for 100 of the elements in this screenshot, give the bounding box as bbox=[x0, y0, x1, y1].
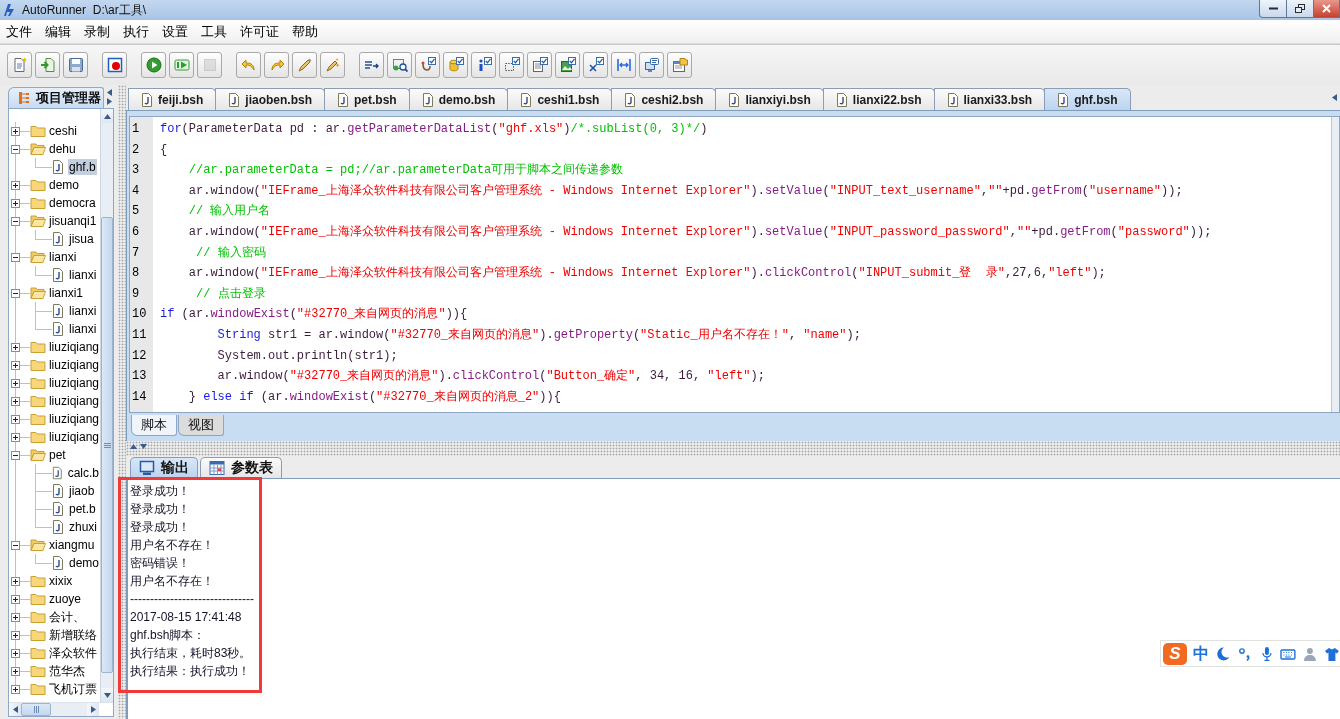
tree-item[interactable]: xixix bbox=[48, 573, 74, 589]
plus-box-icon[interactable] bbox=[11, 396, 20, 406]
tree-item[interactable]: liuziqiang bbox=[47, 393, 100, 409]
tree-item[interactable]: 会计、 bbox=[48, 609, 86, 625]
editor-tab[interactable]: lianxiyi.bsh bbox=[715, 88, 824, 110]
editor-tab[interactable]: ghf.bsh bbox=[1044, 88, 1131, 110]
tree-item[interactable]: dehu bbox=[48, 141, 77, 157]
tree-item[interactable]: lianxi bbox=[48, 249, 78, 265]
minus-box-icon[interactable] bbox=[11, 540, 20, 550]
tree-item[interactable]: liuziqiang bbox=[47, 375, 100, 391]
menu-item[interactable]: 工具 bbox=[195, 20, 233, 43]
plus-box-icon[interactable] bbox=[11, 360, 20, 370]
toolbar-button[interactable] bbox=[527, 52, 552, 78]
scroll-left-button[interactable] bbox=[9, 703, 21, 716]
toolbar-button[interactable] bbox=[102, 52, 127, 78]
toolbar-button[interactable] bbox=[169, 52, 194, 78]
tree-item[interactable]: liuziqiang bbox=[47, 357, 100, 373]
tree-item[interactable]: ghf.b bbox=[68, 159, 97, 175]
toolbar-button[interactable] bbox=[7, 52, 32, 78]
left-arrow-icon[interactable] bbox=[106, 88, 113, 96]
view-tab[interactable]: 脚本 bbox=[131, 415, 177, 436]
toolbar-button[interactable] bbox=[141, 52, 166, 78]
editor-tab[interactable]: pet.bsh bbox=[324, 88, 410, 110]
tree-item[interactable]: ceshi bbox=[48, 123, 78, 139]
plus-box-icon[interactable] bbox=[11, 126, 20, 136]
plus-box-icon[interactable] bbox=[11, 666, 20, 676]
minus-box-icon[interactable] bbox=[11, 252, 20, 262]
plus-box-icon[interactable] bbox=[11, 576, 20, 586]
plus-box-icon[interactable] bbox=[11, 342, 20, 352]
editor-tab[interactable]: feiji.bsh bbox=[128, 88, 217, 110]
output-tab[interactable]: 参数表 bbox=[200, 457, 282, 478]
tree-item[interactable]: jisuanqi1 bbox=[48, 213, 98, 229]
plus-box-icon[interactable] bbox=[11, 180, 20, 190]
up-arrow-icon[interactable] bbox=[130, 443, 137, 450]
moon-icon[interactable] bbox=[1214, 645, 1231, 662]
down-arrow-icon[interactable] bbox=[140, 443, 147, 450]
scrollbar-thumb[interactable] bbox=[101, 217, 113, 673]
tree-item[interactable]: 飞机订票 bbox=[48, 681, 98, 697]
toolbar-button[interactable] bbox=[667, 52, 692, 78]
scroll-right-button[interactable] bbox=[87, 703, 99, 716]
editor-tab[interactable]: ceshi1.bsh bbox=[507, 88, 613, 110]
tree-item[interactable]: zuoye bbox=[48, 591, 83, 607]
menu-item[interactable]: 设置 bbox=[156, 20, 194, 43]
editor-tab[interactable]: lianxi33.bsh bbox=[933, 88, 1046, 110]
plus-box-icon[interactable] bbox=[11, 648, 20, 658]
tree-item[interactable]: democra bbox=[48, 195, 97, 211]
view-tab[interactable]: 视图 bbox=[178, 415, 224, 436]
plus-box-icon[interactable] bbox=[11, 612, 20, 622]
plus-box-icon[interactable] bbox=[11, 432, 20, 442]
tree-item[interactable]: lianxi bbox=[68, 267, 98, 283]
tree-item[interactable]: liuziqiang bbox=[47, 429, 100, 445]
tree-item[interactable]: lianxi1 bbox=[48, 285, 85, 301]
editor-tab[interactable]: ceshi2.bsh bbox=[611, 88, 717, 110]
restore-button[interactable] bbox=[1286, 0, 1314, 18]
tree-item[interactable]: jiaob bbox=[68, 483, 96, 499]
scroll-down-button[interactable] bbox=[101, 688, 113, 702]
toolbar-button[interactable] bbox=[292, 52, 317, 78]
minus-box-icon[interactable] bbox=[11, 144, 20, 154]
toolbar-button[interactable] bbox=[359, 52, 384, 78]
output-tab[interactable]: 输出 bbox=[130, 457, 198, 478]
tree-item[interactable]: xiangmu bbox=[48, 537, 96, 553]
editor-tab[interactable]: demo.bsh bbox=[408, 88, 509, 110]
editor-tab[interactable]: jiaoben.bsh bbox=[215, 88, 326, 110]
scroll-up-button[interactable] bbox=[101, 109, 113, 123]
toolbar-button[interactable] bbox=[443, 52, 468, 78]
plus-box-icon[interactable] bbox=[11, 594, 20, 604]
toolbar-button[interactable] bbox=[611, 52, 636, 78]
plus-box-icon[interactable] bbox=[11, 378, 20, 388]
toolbar-button[interactable] bbox=[320, 52, 345, 78]
toolbar-button[interactable] bbox=[499, 52, 524, 78]
tree-item[interactable]: demo bbox=[48, 177, 81, 193]
tree-item[interactable]: 范华杰 bbox=[48, 663, 86, 679]
toolbar-button[interactable] bbox=[415, 52, 440, 78]
scrollbar-thumb[interactable] bbox=[21, 703, 51, 716]
toolbar-button[interactable] bbox=[639, 52, 664, 78]
panel-tab[interactable]: 项目管理器 bbox=[8, 87, 104, 108]
toolbar-button[interactable] bbox=[387, 52, 412, 78]
tree-item[interactable]: lianxi bbox=[68, 303, 98, 319]
plus-box-icon[interactable] bbox=[11, 414, 20, 424]
tree-item[interactable]: 泽众软件 bbox=[48, 645, 98, 661]
menu-item[interactable]: 许可证 bbox=[234, 20, 285, 43]
tree-item[interactable]: 新增联络 bbox=[48, 627, 98, 643]
menu-item[interactable]: 文件 bbox=[0, 20, 38, 43]
toolbar-button[interactable] bbox=[35, 52, 60, 78]
plus-box-icon[interactable] bbox=[11, 684, 20, 694]
tree-item[interactable]: lianxi bbox=[68, 321, 98, 337]
toolbar-button[interactable] bbox=[471, 52, 496, 78]
toolbar-button[interactable] bbox=[555, 52, 580, 78]
tree-item[interactable]: calc.b bbox=[66, 465, 100, 481]
menu-item[interactable]: 执行 bbox=[117, 20, 155, 43]
menu-item[interactable]: 录制 bbox=[78, 20, 116, 43]
tree-item[interactable]: zhuxi bbox=[68, 519, 98, 535]
right-arrow-icon[interactable] bbox=[106, 97, 113, 105]
tree-item[interactable]: liuziqiang bbox=[47, 339, 100, 355]
menu-item[interactable]: 编辑 bbox=[39, 20, 77, 43]
shirt-icon[interactable] bbox=[1324, 645, 1340, 662]
editor-tab[interactable]: lianxi22.bsh bbox=[822, 88, 935, 110]
plus-box-icon[interactable] bbox=[11, 198, 20, 208]
tree-item[interactable]: jisua bbox=[68, 231, 95, 247]
minus-box-icon[interactable] bbox=[11, 450, 20, 460]
